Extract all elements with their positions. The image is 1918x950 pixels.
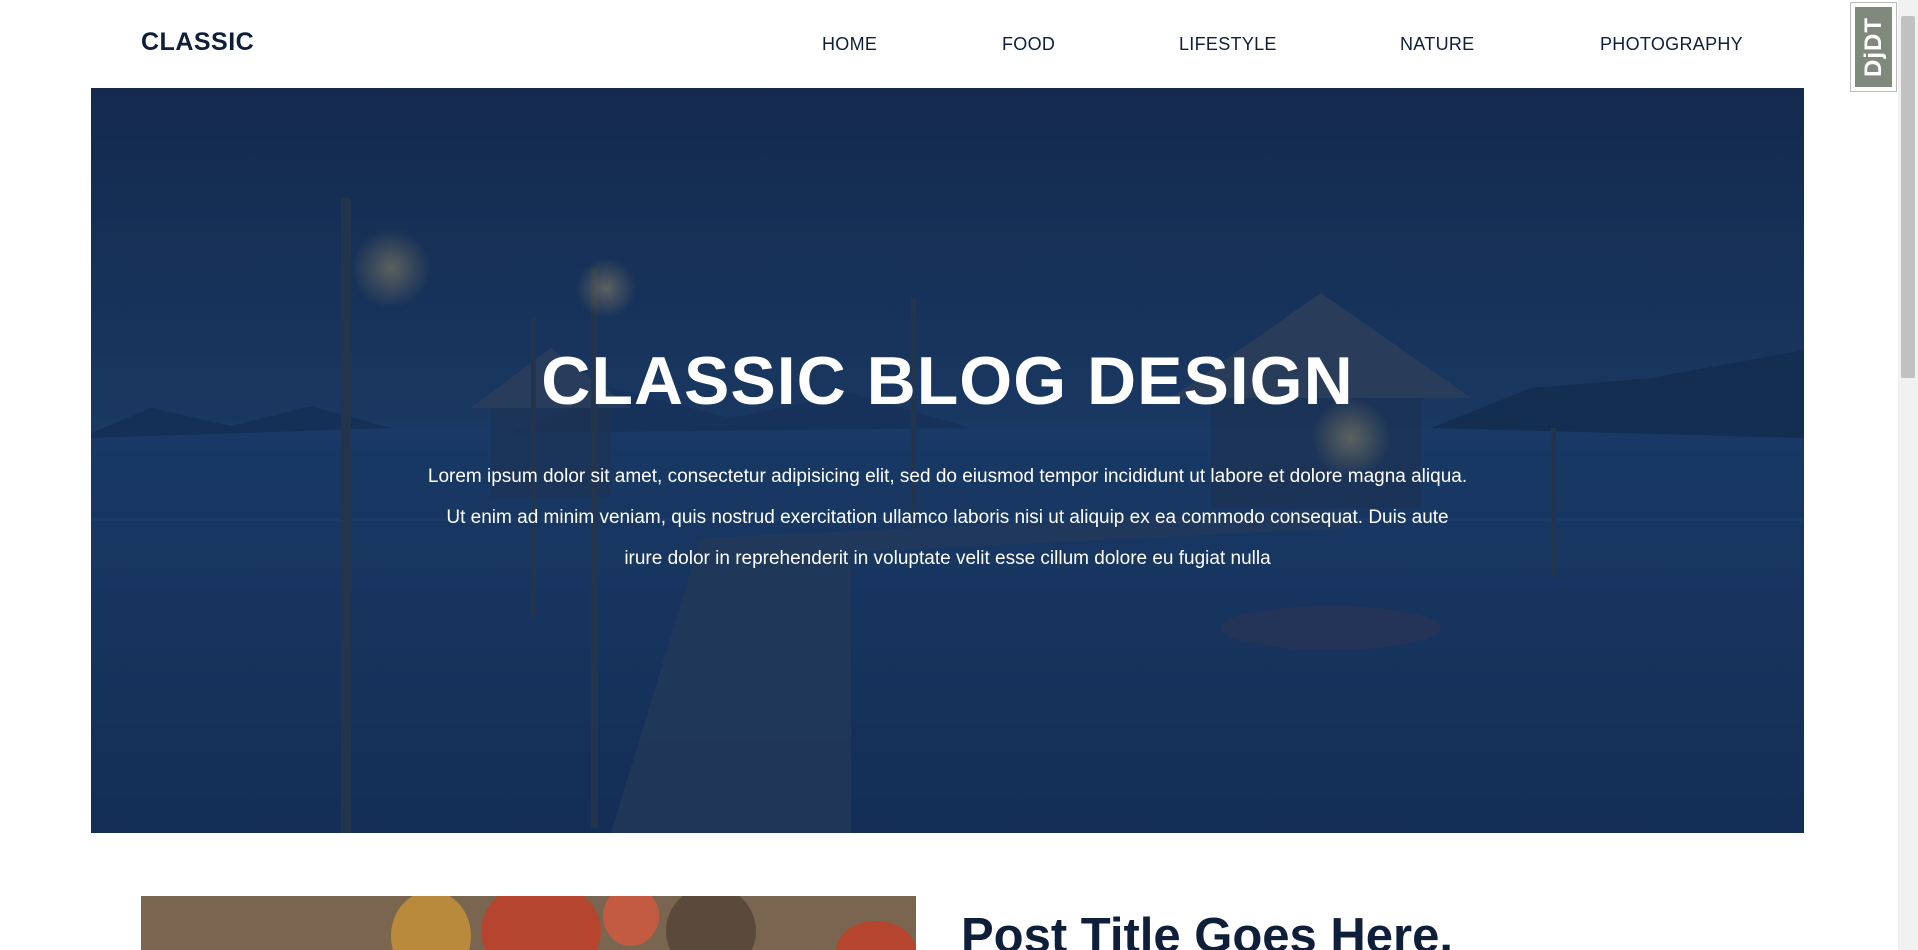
site-header: CLASSIC HOME FOOD LIFESTYLE NATURE PHOTO… [0,0,1898,88]
nav-home[interactable]: HOME [822,34,877,55]
nav-photography[interactable]: PHOTOGRAPHY [1600,34,1743,55]
debug-toolbar-label: DjDT [1859,17,1887,77]
hero-banner: CLASSIC BLOG DESIGN Lorem ipsum dolor si… [91,88,1804,833]
nav-food[interactable]: FOOD [1002,34,1055,55]
site-logo[interactable]: CLASSIC [141,28,254,57]
post-title[interactable]: Post Title Goes Here. [961,908,1453,950]
post-thumbnail[interactable] [141,896,916,950]
spoons-image [141,896,916,950]
hero-title: CLASSIC BLOG DESIGN [541,343,1354,419]
scrollbar-thumb[interactable] [1901,16,1915,378]
debug-toolbar-badge: DjDT [1855,7,1892,87]
vertical-scrollbar[interactable] [1898,0,1918,950]
debug-toolbar-toggle[interactable]: DjDT [1850,2,1897,92]
page: CLASSIC HOME FOOD LIFESTYLE NATURE PHOTO… [0,0,1918,950]
hero-description: Lorem ipsum dolor sit amet, consectetur … [427,466,1468,569]
nav-lifestyle[interactable]: LIFESTYLE [1179,34,1277,55]
nav-nature[interactable]: NATURE [1400,34,1474,55]
